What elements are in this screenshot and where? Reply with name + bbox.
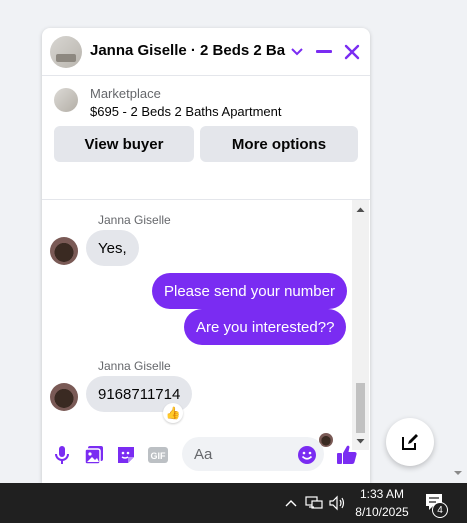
microphone-icon[interactable] <box>50 443 74 467</box>
message-scrollbar[interactable] <box>352 200 369 450</box>
clock-date[interactable]: 8/10/2025 <box>352 505 412 519</box>
gif-icon[interactable]: GIF <box>146 443 170 467</box>
marketplace-card: Marketplace $695 - 2 Beds 2 Baths Apartm… <box>42 76 370 200</box>
chat-window: Janna Giselle · 2 Beds 2 Ba... Marketpla… <box>42 28 370 483</box>
close-icon[interactable] <box>340 40 364 64</box>
composer: GIF <box>42 430 370 480</box>
minimize-icon[interactable] <box>312 40 336 64</box>
sender-avatar[interactable] <box>50 237 78 265</box>
page-scroll-down-icon[interactable] <box>452 468 464 478</box>
sticker-icon[interactable] <box>114 443 138 467</box>
like-icon[interactable] <box>335 443 359 467</box>
marketplace-label: Marketplace <box>90 86 161 101</box>
incoming-message[interactable]: Yes, <box>86 230 139 266</box>
listing-avatar[interactable] <box>50 36 82 68</box>
chat-title[interactable]: Janna Giselle · 2 Beds 2 Ba... <box>90 42 286 59</box>
new-message-button[interactable] <box>386 418 434 466</box>
compose-icon <box>402 434 418 450</box>
svg-text:GIF: GIF <box>151 451 167 461</box>
emoji-icon[interactable] <box>295 443 319 467</box>
outgoing-message[interactable]: Please send your number <box>152 273 347 309</box>
sender-name: Janna Giselle <box>98 213 171 227</box>
taskbar: 1:33 AM 8/10/2025 <box>0 483 467 523</box>
view-buyer-button[interactable]: View buyer <box>54 126 194 162</box>
photo-icon[interactable] <box>82 443 106 467</box>
volume-icon[interactable] <box>327 493 347 513</box>
listing-title[interactable]: $695 - 2 Beds 2 Baths Apartment <box>90 104 282 119</box>
scroll-thumb[interactable] <box>356 383 365 433</box>
sender-name: Janna Giselle <box>98 359 171 373</box>
notification-count-badge: 4 <box>432 502 448 518</box>
more-options-button[interactable]: More options <box>200 126 358 162</box>
network-icon[interactable] <box>304 493 324 513</box>
clock-time[interactable]: 1:33 AM <box>357 487 407 501</box>
scroll-up-icon[interactable] <box>356 206 365 214</box>
chevron-down-icon[interactable] <box>285 40 309 64</box>
sender-avatar[interactable] <box>50 383 78 411</box>
outgoing-message[interactable]: Are you interested?? <box>184 309 347 345</box>
chat-header[interactable]: Janna Giselle · 2 Beds 2 Ba... <box>42 28 370 76</box>
thumbs-up-reaction-icon[interactable]: 👍 <box>163 403 183 423</box>
listing-thumbnail <box>54 88 78 112</box>
message-list: Janna Giselle Yes, Please send your numb… <box>42 200 370 447</box>
chevron-up-icon[interactable] <box>281 493 301 513</box>
